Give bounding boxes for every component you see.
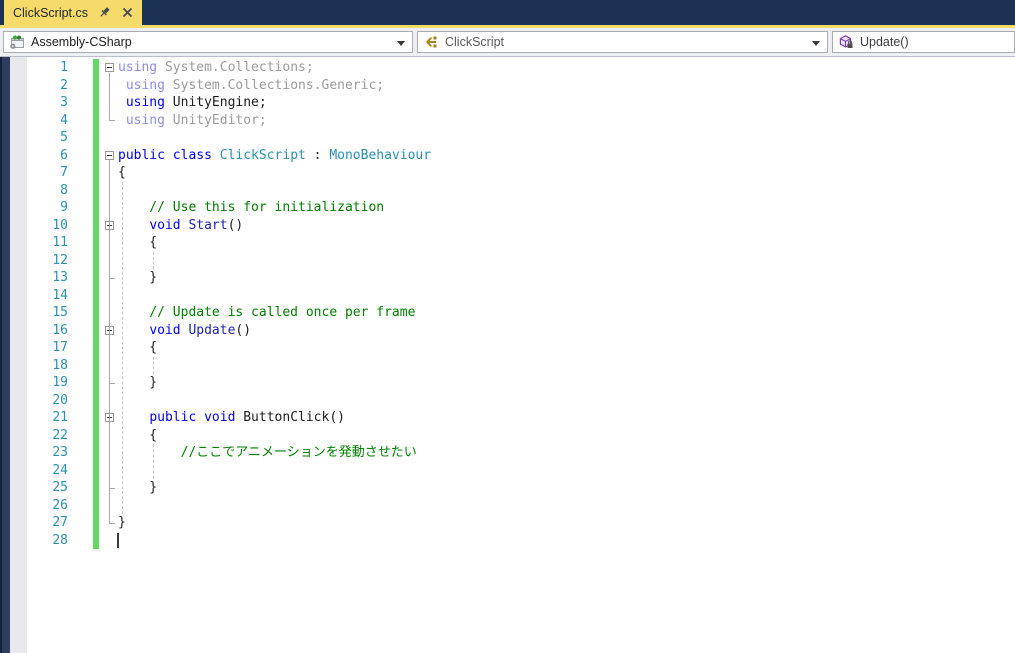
outline-line xyxy=(109,72,110,121)
line-number: 4 xyxy=(60,112,68,128)
tab-clickscript[interactable]: ClickScript.cs xyxy=(4,0,143,25)
line-number: 24 xyxy=(52,462,68,478)
line-number: 8 xyxy=(60,182,68,198)
method-private-icon xyxy=(838,34,854,50)
line-number: 6 xyxy=(60,147,68,163)
code-line[interactable]: using UnityEditor; xyxy=(118,112,1015,130)
csharp-project-icon xyxy=(9,34,25,50)
vs-editor-window: ClickScript.cs Assembly-CSharp ClickScri… xyxy=(0,0,1015,653)
code-line[interactable]: using UnityEngine; xyxy=(118,94,1015,112)
chevron-down-icon[interactable] xyxy=(397,41,405,46)
code-line[interactable]: { xyxy=(118,427,1015,445)
code-line[interactable]: void Start() xyxy=(118,217,1015,235)
outline-line xyxy=(109,160,110,523)
code-line[interactable] xyxy=(118,462,1015,480)
code-line[interactable]: // Update is called once per frame xyxy=(118,304,1015,322)
code-line[interactable]: } xyxy=(118,374,1015,392)
member-dropdown-label: Update() xyxy=(860,35,909,49)
line-number: 16 xyxy=(52,322,68,338)
change-tracking-bar xyxy=(93,59,99,549)
line-number: 25 xyxy=(52,480,68,495)
code-navigation-bar: Assembly-CSharp ClickScript Update() xyxy=(0,28,1015,57)
code-line[interactable]: // Use this for initialization xyxy=(118,199,1015,217)
member-dropdown[interactable]: Update() xyxy=(832,31,1015,53)
tab-title: ClickScript.cs xyxy=(13,5,89,20)
fold-toggle-icon[interactable] xyxy=(105,63,114,73)
code-line[interactable] xyxy=(118,129,1015,147)
code-line[interactable]: } xyxy=(118,269,1015,287)
code-line[interactable]: } xyxy=(118,479,1015,497)
line-number: 15 xyxy=(52,305,68,320)
code-line[interactable] xyxy=(118,182,1015,200)
code-editor[interactable]: 1 2 3 4 5 6 7 8 9 10 11 12 13 14 15 16 17 18 19 20 21 22 23 24 2… xyxy=(0,57,1015,653)
line-number: 7 xyxy=(60,165,68,180)
line-number: 22 xyxy=(52,427,68,443)
code-line[interactable]: public void ButtonClick() xyxy=(118,409,1015,427)
code-lines: using System.Collections; using System.C… xyxy=(118,59,1015,549)
code-line[interactable] xyxy=(118,252,1015,270)
line-number: 9 xyxy=(60,200,68,215)
project-dropdown[interactable]: Assembly-CSharp xyxy=(3,31,413,53)
code-line[interactable] xyxy=(118,497,1015,515)
code-line[interactable] xyxy=(118,287,1015,305)
line-number-margin: 1 2 3 4 5 6 7 8 9 10 11 12 13 14 15 16 17 18 19 20 21 22 23 24 2… xyxy=(27,59,68,549)
glyph-margin xyxy=(10,57,27,653)
type-dropdown[interactable]: ClickScript xyxy=(417,31,828,53)
class-icon xyxy=(423,34,439,50)
chevron-down-icon[interactable] xyxy=(812,41,820,46)
outline-fold-end-tick xyxy=(109,382,115,384)
outline-fold-end-tick xyxy=(109,487,115,489)
code-line[interactable]: using System.Collections.Generic; xyxy=(118,77,1015,95)
line-number: 10 xyxy=(52,217,68,233)
line-number: 19 xyxy=(52,375,68,390)
line-number: 27 xyxy=(52,515,68,530)
line-number: 23 xyxy=(52,445,68,460)
line-number: 17 xyxy=(52,340,68,355)
pin-icon[interactable] xyxy=(98,6,111,19)
code-line[interactable]: { xyxy=(118,339,1015,357)
close-icon[interactable] xyxy=(121,6,134,19)
line-number: 20 xyxy=(52,392,68,408)
line-number: 13 xyxy=(52,270,68,285)
line-number: 28 xyxy=(52,532,68,548)
code-line[interactable] xyxy=(118,392,1015,410)
code-line[interactable]: public class ClickScript : MonoBehaviour xyxy=(118,147,1015,165)
editor-edge-strip xyxy=(0,57,10,653)
fold-toggle-icon[interactable] xyxy=(105,150,114,160)
outline-end-bend xyxy=(109,522,115,524)
code-line[interactable]: using System.Collections; xyxy=(118,59,1015,77)
line-number: 3 xyxy=(60,95,68,110)
code-line[interactable]: //ここでアニメーションを発動させたい xyxy=(118,444,1015,462)
line-number: 12 xyxy=(52,252,68,268)
line-number: 2 xyxy=(60,77,68,93)
line-number: 5 xyxy=(60,130,68,145)
line-number: 21 xyxy=(52,410,68,425)
line-number: 18 xyxy=(52,357,68,373)
code-line[interactable] xyxy=(118,532,1015,550)
code-line[interactable]: { xyxy=(118,164,1015,182)
tab-strip: ClickScript.cs xyxy=(0,0,1015,25)
type-dropdown-label: ClickScript xyxy=(445,35,505,49)
project-dropdown-label: Assembly-CSharp xyxy=(31,35,132,49)
outline-end-bend xyxy=(109,120,115,122)
code-line[interactable]: } xyxy=(118,514,1015,532)
code-line[interactable]: { xyxy=(118,234,1015,252)
code-line[interactable]: void Update() xyxy=(118,322,1015,340)
line-number: 11 xyxy=(52,235,68,250)
line-number: 14 xyxy=(52,287,68,303)
line-number: 1 xyxy=(60,60,68,75)
outline-fold-end-tick xyxy=(109,277,115,279)
line-number: 26 xyxy=(52,497,68,513)
code-line[interactable] xyxy=(118,357,1015,375)
